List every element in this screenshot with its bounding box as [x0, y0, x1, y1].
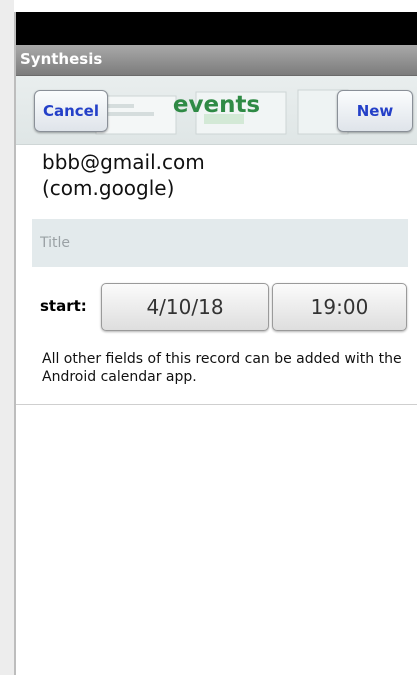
status-bar — [16, 12, 417, 45]
start-date-picker[interactable]: 4/10/18 — [101, 283, 269, 331]
app-title-bar: Synthesis — [16, 45, 417, 76]
account-type: (com.google) — [42, 176, 175, 200]
account-info: bbb@gmail.com (com.google) — [42, 149, 402, 201]
left-edge — [0, 0, 14, 675]
account-email: bbb@gmail.com — [42, 150, 205, 174]
events-header: Cancel events New — [16, 76, 417, 145]
app-title: Synthesis — [20, 50, 103, 68]
app-screen: Synthesis Cancel events New bbb@gmail.co… — [0, 0, 417, 675]
divider — [16, 404, 417, 405]
start-label: start: — [40, 297, 87, 315]
new-button[interactable]: New — [337, 90, 413, 132]
top-margin — [14, 0, 417, 12]
title-input[interactable] — [32, 219, 408, 267]
start-time-picker[interactable]: 19:00 — [272, 283, 407, 331]
info-text: All other fields of this record can be a… — [42, 351, 402, 385]
